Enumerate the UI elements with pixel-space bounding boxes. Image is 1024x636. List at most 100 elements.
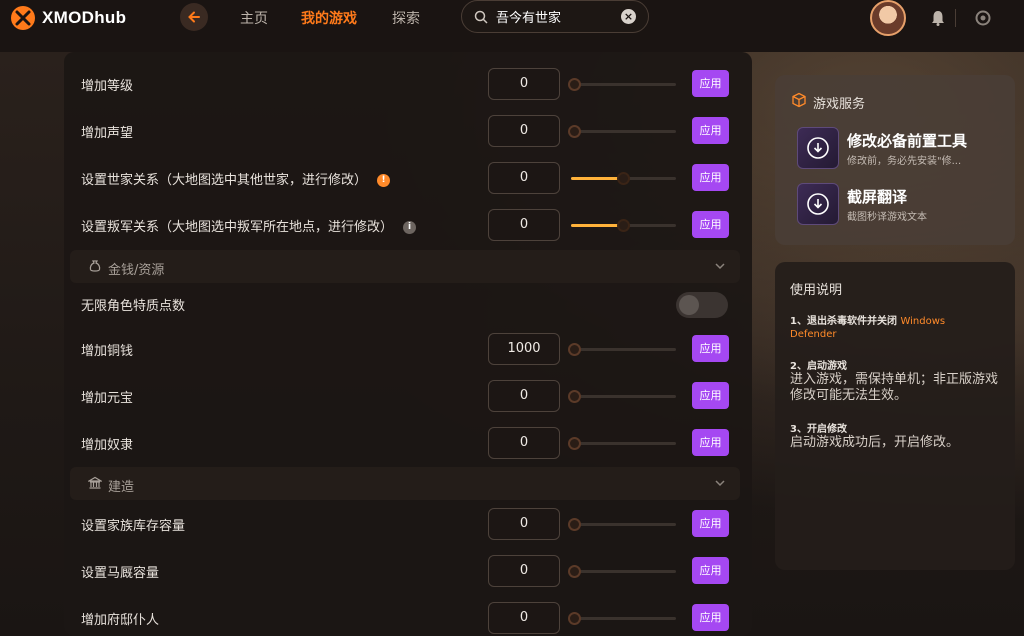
- section-label: 建造: [108, 480, 135, 495]
- help-step-body: 启动游戏成功后，开启修改。: [790, 435, 960, 450]
- option-row: 增加元宝 0 应用: [81, 376, 741, 416]
- tab-my-games[interactable]: 我的游戏: [301, 8, 357, 28]
- info-icon[interactable]: !: [377, 174, 391, 187]
- apply-button[interactable]: 应用: [692, 164, 729, 191]
- money-bag-icon: [89, 260, 101, 272]
- option-row: 增加声望 0 应用: [81, 111, 741, 151]
- option-label: 增加声望: [81, 126, 134, 141]
- option-label: 增加元宝: [81, 391, 134, 406]
- value-slider[interactable]: [571, 219, 676, 232]
- option-label: 增加铜钱: [81, 344, 134, 359]
- apply-button[interactable]: 应用: [692, 557, 729, 584]
- option-label: 设置叛军关系（大地图选中叛军所在地点，进行修改） i: [81, 216, 417, 235]
- help-step: 3、开启修改 启动游戏成功后，开启修改。: [790, 420, 1004, 451]
- download-icon: [807, 193, 829, 215]
- option-label: 设置马厩容量: [81, 566, 160, 581]
- tab-explore[interactable]: 探索: [392, 8, 420, 28]
- value-slider[interactable]: [568, 612, 676, 625]
- option-label: 设置世家关系（大地图选中其他世家，进行修改）!: [81, 169, 391, 188]
- download-icon: [807, 137, 829, 159]
- value-input[interactable]: 0: [488, 427, 560, 459]
- option-row: 增加等级 0 应用: [81, 64, 741, 104]
- section-label: 金钱/资源: [108, 263, 165, 278]
- tab-home[interactable]: 主页: [240, 8, 268, 28]
- apply-button[interactable]: 应用: [692, 211, 729, 238]
- option-label: 增加府邸仆人: [81, 613, 160, 628]
- building-icon: [88, 476, 102, 489]
- value-input[interactable]: 0: [488, 68, 560, 100]
- value-slider[interactable]: [571, 172, 676, 185]
- value-input[interactable]: 0: [488, 209, 560, 241]
- option-row: 无限角色特质点数: [81, 284, 741, 324]
- service-icon: [797, 183, 839, 225]
- help-step-head: 2、启动游戏: [790, 361, 847, 372]
- option-label: 设置家族库存容量: [81, 519, 186, 534]
- option-row: 设置家族库存容量 0 应用: [81, 504, 741, 544]
- usage-instructions-card: 使用说明 1、退出杀毒软件并关闭 Windows Defender 2、启动游戏…: [775, 262, 1015, 570]
- package-icon: [792, 92, 806, 108]
- user-avatar[interactable]: [870, 0, 906, 36]
- option-label: 增加等级: [81, 79, 134, 94]
- logo-text: XMODhub: [42, 8, 127, 27]
- service-item-screenshot-translate[interactable]: 截屏翻译 截图秒译游戏文本: [797, 183, 1007, 227]
- help-step-head: 3、开启修改: [790, 424, 847, 435]
- search-input[interactable]: [496, 9, 616, 24]
- service-name: 修改必备前置工具: [847, 132, 968, 150]
- value-input[interactable]: 0: [488, 162, 560, 194]
- option-row: 设置世家关系（大地图选中其他世家，进行修改）! 0 应用: [81, 158, 741, 198]
- toggle-switch[interactable]: [676, 292, 728, 318]
- option-row: 增加奴隶 0 应用: [81, 423, 741, 463]
- service-item-prerequisite-tool[interactable]: 修改必备前置工具 修改前，务必先安装"修...: [797, 127, 1007, 171]
- top-nav-bar: XMODhub 主页 我的游戏 探索 ×: [0, 0, 1024, 36]
- value-slider[interactable]: [568, 390, 676, 403]
- search-box[interactable]: ×: [461, 0, 649, 33]
- notification-icon[interactable]: [929, 9, 947, 27]
- section-header-money[interactable]: 金钱/资源: [70, 250, 740, 283]
- apply-button[interactable]: 应用: [692, 604, 729, 631]
- chevron-down-icon: [715, 480, 725, 487]
- service-icon: [797, 127, 839, 169]
- app-logo[interactable]: XMODhub: [10, 5, 126, 31]
- option-row: 增加府邸仆人 0 应用: [81, 598, 741, 636]
- option-row: 设置马厩容量 0 应用: [81, 551, 741, 591]
- apply-button[interactable]: 应用: [692, 117, 729, 144]
- value-input[interactable]: 0: [488, 508, 560, 540]
- service-name: 截屏翻译: [847, 188, 908, 206]
- apply-button[interactable]: 应用: [692, 335, 729, 362]
- help-step-head: 1、退出杀毒软件并关闭 Windows: [790, 316, 946, 327]
- cheat-options-panel: 增加等级 0 应用 增加声望 0 应用 设置世家关系（大地图选中其他世家，进行修…: [64, 52, 752, 636]
- chevron-down-icon: [715, 263, 725, 270]
- value-slider[interactable]: [568, 518, 676, 531]
- back-button[interactable]: [180, 3, 208, 31]
- apply-button[interactable]: 应用: [692, 429, 729, 456]
- help-highlight: Windows: [900, 316, 946, 327]
- value-slider[interactable]: [568, 78, 676, 91]
- apply-button[interactable]: 应用: [692, 510, 729, 537]
- search-icon: [474, 10, 488, 24]
- clear-search-icon[interactable]: ×: [621, 9, 636, 24]
- settings-icon[interactable]: [974, 9, 992, 27]
- help-step-body: 进入游戏，需保持单机；非正版游戏修改可能无法生效。: [790, 372, 999, 403]
- option-label: 无限角色特质点数: [81, 299, 186, 314]
- section-header-build[interactable]: 建造: [70, 467, 740, 500]
- value-input[interactable]: 0: [488, 555, 560, 587]
- apply-button[interactable]: 应用: [692, 382, 729, 409]
- value-input[interactable]: 0: [488, 115, 560, 147]
- value-slider[interactable]: [568, 437, 676, 450]
- value-input[interactable]: 1000: [488, 333, 560, 365]
- help-step: 1、退出杀毒软件并关闭 Windows Defender: [790, 312, 1004, 340]
- value-slider[interactable]: [568, 343, 676, 356]
- option-label: 增加奴隶: [81, 438, 134, 453]
- value-slider[interactable]: [568, 125, 676, 138]
- service-desc: 截图秒译游戏文本: [847, 212, 927, 223]
- info-icon[interactable]: i: [403, 221, 417, 234]
- value-input[interactable]: 0: [488, 380, 560, 412]
- help-step: 2、启动游戏 进入游戏，需保持单机；非正版游戏修改可能无法生效。: [790, 357, 1004, 404]
- arrow-left-icon: [188, 11, 200, 23]
- value-input[interactable]: 0: [488, 602, 560, 634]
- value-slider[interactable]: [568, 565, 676, 578]
- apply-button[interactable]: 应用: [692, 70, 729, 97]
- nav-divider: [955, 9, 956, 27]
- option-row: 增加铜钱 1000 应用: [81, 329, 741, 369]
- xmod-logo-icon: [11, 6, 35, 30]
